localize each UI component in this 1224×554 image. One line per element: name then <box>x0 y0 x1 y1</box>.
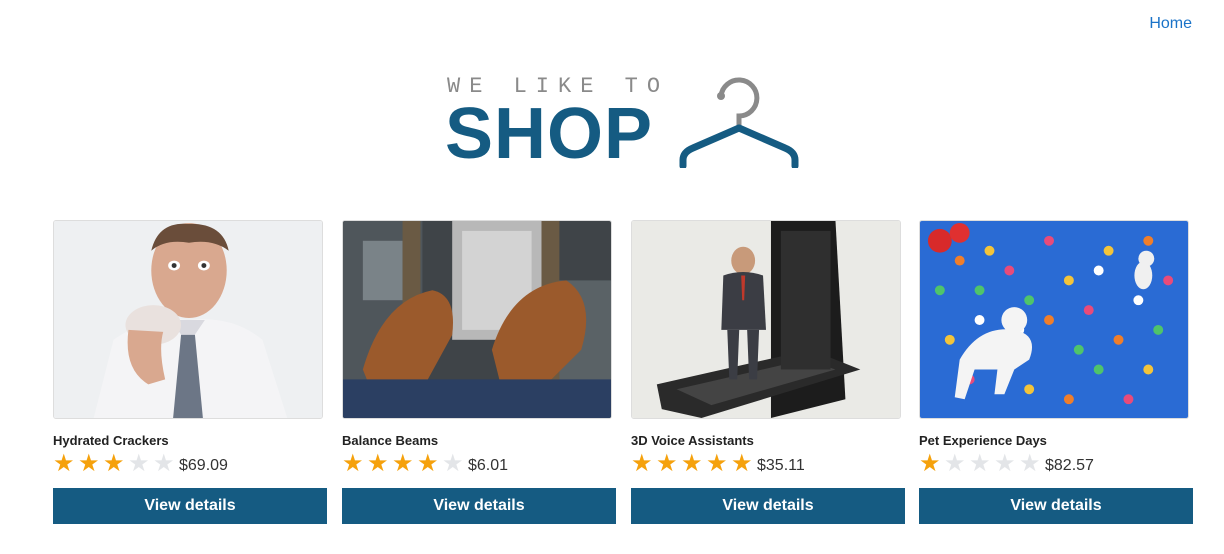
product-title[interactable]: 3D Voice Assistants <box>631 433 905 449</box>
star-icon: ★ <box>656 450 678 477</box>
product-image[interactable] <box>919 220 1189 419</box>
product-price: $82.57 <box>1045 456 1094 474</box>
star-icon: ★ <box>919 450 941 477</box>
star-icon: ★ <box>153 450 175 477</box>
star-rating: ★ ★ ★ ★ ★ <box>53 452 178 476</box>
product-title[interactable]: Pet Experience Days <box>919 433 1193 449</box>
star-icon: ★ <box>681 450 703 477</box>
star-icon: ★ <box>944 450 966 477</box>
star-icon: ★ <box>78 450 100 477</box>
product-image[interactable] <box>342 220 612 419</box>
star-icon: ★ <box>442 450 464 477</box>
product-meta: ★ ★ ★ ★ ★ $35.11 <box>631 451 905 477</box>
view-details-button[interactable]: View details <box>342 488 616 524</box>
star-icon: ★ <box>1019 450 1041 477</box>
hanger-icon <box>679 77 799 168</box>
star-icon: ★ <box>392 450 414 477</box>
star-icon: ★ <box>103 450 125 477</box>
star-icon: ★ <box>417 450 439 477</box>
star-icon: ★ <box>706 450 728 477</box>
star-icon: ★ <box>53 450 75 477</box>
logo-wordmark: SHOP <box>445 94 654 174</box>
view-details-button[interactable]: View details <box>631 488 905 524</box>
product-card: Balance Beams ★ ★ ★ ★ ★ $6.01 View detai… <box>342 220 616 524</box>
product-meta: ★ ★ ★ ★ ★ $69.09 <box>53 451 327 477</box>
star-icon: ★ <box>128 450 150 477</box>
product-title[interactable]: Hydrated Crackers <box>53 433 327 449</box>
product-card: Hydrated Crackers ★ ★ ★ ★ ★ $69.09 View … <box>53 220 327 524</box>
view-details-button[interactable]: View details <box>53 488 327 524</box>
star-icon: ★ <box>342 450 364 477</box>
star-icon: ★ <box>367 450 389 477</box>
product-price: $6.01 <box>468 456 509 474</box>
star-icon: ★ <box>969 450 991 477</box>
home-link[interactable]: Home <box>1149 15 1192 33</box>
star-icon: ★ <box>994 450 1016 477</box>
star-rating: ★ ★ ★ ★ ★ <box>631 452 756 476</box>
product-meta: ★ ★ ★ ★ ★ $6.01 <box>342 451 616 477</box>
star-icon: ★ <box>731 450 753 477</box>
product-price: $35.11 <box>757 456 805 474</box>
product-card: 3D Voice Assistants ★ ★ ★ ★ ★ $35.11 Vie… <box>631 220 905 524</box>
product-image[interactable] <box>631 220 901 419</box>
star-icon: ★ <box>631 450 653 477</box>
product-image[interactable] <box>53 220 323 419</box>
product-title[interactable]: Balance Beams <box>342 433 616 449</box>
site-logo: WE LIKE TO SHOP <box>445 72 807 174</box>
star-rating: ★ ★ ★ ★ ★ <box>342 452 467 476</box>
product-price: $69.09 <box>179 456 228 474</box>
product-card: Pet Experience Days ★ ★ ★ ★ ★ $82.57 Vie… <box>919 220 1193 524</box>
view-details-button[interactable]: View details <box>919 488 1193 524</box>
star-rating: ★ ★ ★ ★ ★ <box>919 452 1044 476</box>
product-meta: ★ ★ ★ ★ ★ $82.57 <box>919 451 1193 477</box>
